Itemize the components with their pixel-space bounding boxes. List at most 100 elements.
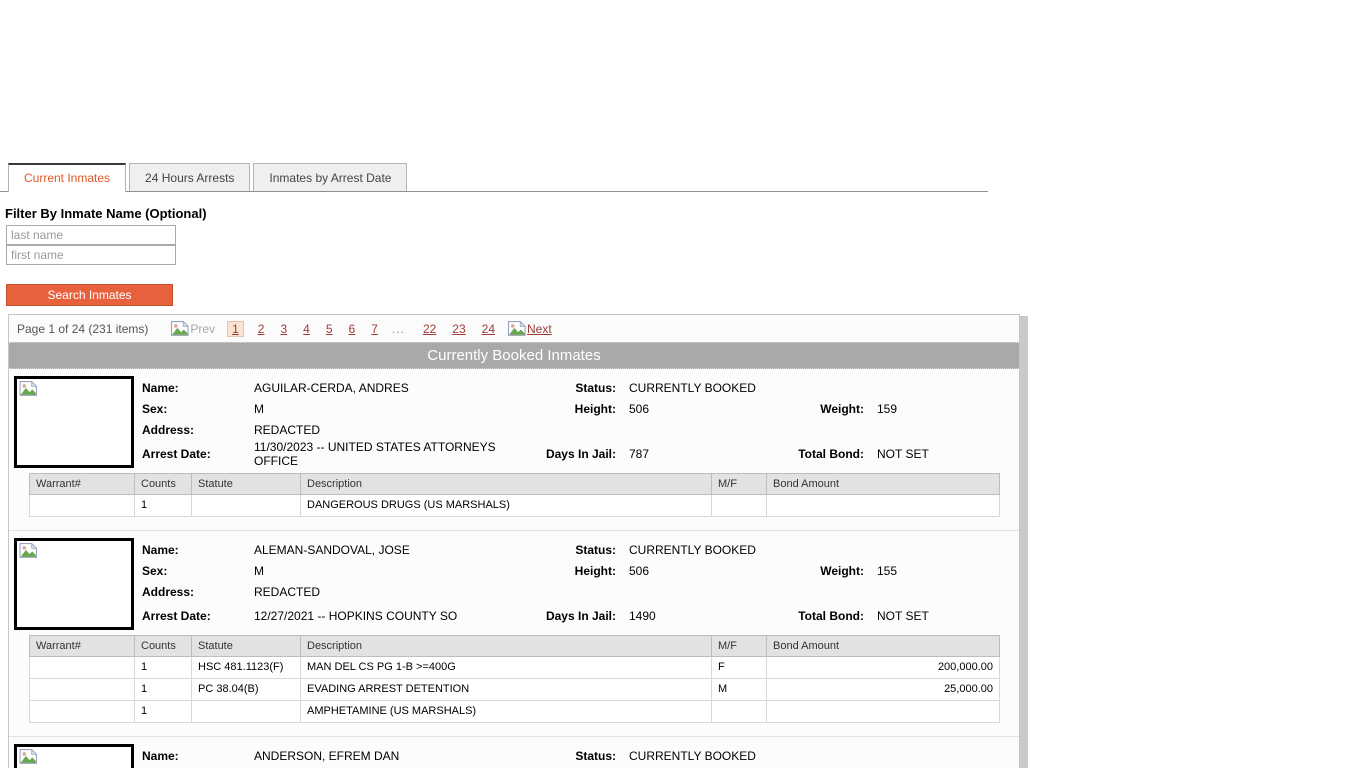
status-value: CURRENTLY BOOKED (629, 380, 756, 395)
inmate-record: Name: ALEMAN-SANDOVAL, JOSE Status: CURRENT… (9, 530, 1019, 736)
inmate-photo (14, 538, 134, 630)
tab-strip: Current Inmates 24 Hours Arrests Inmates… (0, 163, 988, 192)
charge-col-description: Description (300, 473, 712, 495)
last-name-input[interactable] (6, 225, 176, 245)
name-value: AGUILAR-CERDA, ANDRES (254, 380, 409, 395)
inmate-summary: Name: ANDERSON, EFREM DAN Status: CURRENTLY… (14, 742, 1014, 768)
charge-col-counts: Counts (134, 635, 192, 657)
name-value: ALEMAN-SANDOVAL, JOSE (254, 542, 410, 557)
charge-col-description: Description (300, 635, 712, 657)
inmate-records-list: Name: AGUILAR-CERDA, ANDRES Status: CURRENT… (9, 369, 1019, 768)
charge-description: EVADING ARREST DETENTION (300, 678, 712, 701)
page-link-7[interactable]: 7 (371, 322, 378, 336)
total-bond-value: NOT SET (877, 609, 929, 623)
page-link-22[interactable]: 22 (423, 322, 436, 336)
status-label: Status: (575, 542, 616, 557)
charge-row: 1 AMPHETAMINE (US MARSHALS) (29, 700, 1000, 723)
pagination-bar: Page 1 of 24 (231 items) Prev 1 2 3 4 5 6 7...… (9, 315, 1019, 342)
first-name-input[interactable] (6, 245, 176, 265)
address-label: Address: (142, 422, 195, 437)
charges-table: Warrant# Counts Statute Description M/F Bond … (29, 635, 1000, 723)
status-label: Status: (575, 380, 616, 395)
charge-warrant (29, 656, 135, 679)
charge-col-bond: Bond Amount (766, 635, 1000, 657)
page-link-3[interactable]: 3 (280, 322, 287, 336)
charge-col-mf: M/F (711, 635, 767, 657)
page-links: 1 2 3 4 5 6 7... 22 23 24 (221, 321, 503, 337)
sex-label: Sex: (142, 401, 168, 416)
page-link-24[interactable]: 24 (482, 322, 495, 336)
sex-value: M (254, 401, 264, 416)
pagination-summary: Page 1 of 24 (231 items) (17, 322, 149, 336)
sex-value: M (254, 563, 264, 578)
inmate-details: Name: ANDERSON, EFREM DAN Status: CURRENTLY… (142, 742, 1014, 768)
prev-label: Prev (190, 322, 216, 336)
charge-col-statute: Statute (191, 635, 301, 657)
page-link-6[interactable]: 6 (349, 322, 356, 336)
inmate-details: Name: AGUILAR-CERDA, ANDRES Status: CURRENT… (142, 374, 1014, 469)
prev-page-button[interactable]: Prev (170, 321, 215, 337)
name-label: Name: (142, 542, 179, 557)
filter-by-name-label: Filter By Inmate Name (Optional) (5, 206, 207, 221)
status-value: CURRENTLY BOOKED (629, 542, 756, 557)
arrest-date-label: Arrest Date: (142, 609, 211, 623)
inmate-photo (14, 744, 134, 768)
search-inmates-button[interactable]: Search Inmates (6, 284, 173, 306)
charge-counts: 1 (134, 494, 192, 517)
charge-row: 1 DANGEROUS DRUGS (US MARSHALS) (29, 494, 1000, 517)
charge-description: MAN DEL CS PG 1-B >=400G (300, 656, 712, 679)
height-label: Height: (574, 401, 616, 416)
charge-counts: 1 (134, 656, 192, 679)
charge-warrant (29, 494, 135, 517)
broken-image-icon (19, 380, 38, 396)
pagination-ellipsis: ... (391, 322, 405, 336)
days-in-jail-label: Days In Jail: (545, 447, 616, 461)
inmate-details: Name: ALEMAN-SANDOVAL, JOSE Status: CURRENT… (142, 536, 1014, 630)
tab-current-inmates[interactable]: Current Inmates (8, 163, 127, 192)
broken-image-icon (507, 321, 526, 336)
broken-image-icon (171, 321, 190, 336)
page-link-2[interactable]: 2 (258, 322, 265, 336)
inmate-photo (14, 376, 134, 468)
weight-value: 159 (877, 401, 898, 416)
charge-statute: HSC 481.1123(F) (191, 656, 301, 679)
tab-24-hours-arrests[interactable]: 24 Hours Arrests (129, 163, 251, 191)
address-value: REDACTED (254, 584, 321, 599)
broken-image-icon (19, 748, 38, 764)
charge-col-statute: Statute (191, 473, 301, 495)
tab-inmates-by-arrest-date[interactable]: Inmates by Arrest Date (253, 163, 408, 191)
status-label: Status: (575, 748, 616, 763)
charge-statute (191, 700, 301, 723)
inmate-summary: Name: AGUILAR-CERDA, ANDRES Status: CURRENT… (14, 374, 1014, 468)
height-value: 506 (629, 401, 650, 416)
height-value: 506 (629, 563, 650, 578)
broken-image-icon (19, 542, 38, 558)
weight-label: Weight: (820, 401, 864, 416)
arrest-date-value: 12/27/2021 -- HOPKINS COUNTY SO (254, 609, 458, 623)
charge-statute: PC 38.04(B) (191, 678, 301, 701)
page-link-4[interactable]: 4 (303, 322, 310, 336)
results-panel: Page 1 of 24 (231 items) Prev 1 2 3 4 5 6 7...… (8, 314, 1020, 768)
next-label: Next (527, 322, 552, 336)
days-in-jail-value: 787 (629, 447, 650, 461)
page-link-23[interactable]: 23 (452, 322, 465, 336)
sex-label: Sex: (142, 563, 168, 578)
charge-description: AMPHETAMINE (US MARSHALS) (300, 700, 712, 723)
status-value: CURRENTLY BOOKED (629, 748, 756, 763)
charge-bond: 25,000.00 (766, 678, 1000, 701)
charge-bond (766, 700, 1000, 723)
charge-bond (766, 494, 1000, 517)
page-link-1[interactable]: 1 (227, 321, 244, 337)
next-page-button[interactable]: Next (507, 321, 552, 337)
charge-col-warrant: Warrant# (29, 473, 135, 495)
charge-row: 1 HSC 481.1123(F) MAN DEL CS PG 1-B >=400G… (29, 656, 1000, 679)
charge-mf: M (711, 678, 767, 701)
address-value: REDACTED (254, 422, 321, 437)
days-in-jail-value: 1490 (629, 609, 656, 623)
charges-table: Warrant# Counts Statute Description M/F Bond … (29, 473, 1000, 517)
charge-statute (191, 494, 301, 517)
page-link-5[interactable]: 5 (326, 322, 333, 336)
charge-description: DANGEROUS DRUGS (US MARSHALS) (300, 494, 712, 517)
total-bond-label: Total Bond: (798, 447, 864, 461)
weight-value: 155 (877, 563, 898, 578)
